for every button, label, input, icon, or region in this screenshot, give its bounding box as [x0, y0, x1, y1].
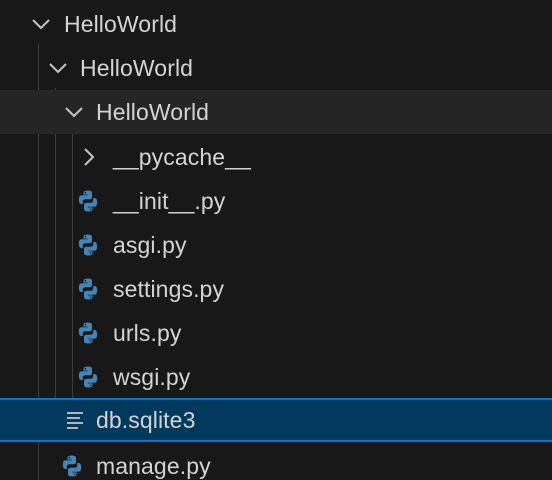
tree-item-wsgi-py[interactable]: wsgi.py — [0, 355, 552, 399]
chevron-down-icon[interactable] — [47, 57, 69, 79]
tree-item-helloworld-root[interactable]: HelloWorld — [0, 2, 552, 46]
tree-item-settings-py[interactable]: settings.py — [0, 267, 552, 311]
python-file-icon — [60, 454, 84, 478]
tree-item-asgi-py[interactable]: asgi.py — [0, 223, 552, 267]
tree-item-label: __pycache__ — [113, 143, 251, 170]
chevron-down-icon[interactable] — [63, 101, 85, 123]
chevron-right-icon[interactable] — [78, 146, 100, 168]
python-file-icon — [76, 233, 100, 257]
python-file-icon — [76, 321, 100, 345]
tree-item-label: wsgi.py — [113, 363, 191, 390]
tree-item-helloworld-package[interactable]: HelloWorld — [0, 90, 552, 134]
tree-item-label: HelloWorld — [96, 98, 210, 125]
chevron-down-icon[interactable] — [30, 13, 52, 35]
tree-item-urls-py[interactable]: urls.py — [0, 311, 552, 355]
tree-item-db-sqlite3[interactable]: db.sqlite3 — [0, 398, 552, 442]
tree-item-label: settings.py — [113, 275, 225, 302]
tree-item-label: urls.py — [113, 319, 182, 346]
tree-item-label: manage.py — [96, 452, 211, 479]
tree-item-pycache[interactable]: __pycache__ — [0, 135, 552, 179]
tree-item-label: asgi.py — [113, 231, 187, 258]
tree-item-init-py[interactable]: __init__.py — [0, 179, 552, 223]
python-file-icon — [76, 365, 100, 389]
tree-item-label: HelloWorld — [64, 10, 178, 37]
python-file-icon — [76, 277, 100, 301]
text-file-icon — [64, 409, 88, 433]
tree-item-label: db.sqlite3 — [96, 406, 196, 433]
tree-item-label: __init__.py — [113, 187, 226, 214]
python-file-icon — [76, 189, 100, 213]
tree-item-label: HelloWorld — [80, 54, 194, 81]
file-explorer-tree: HelloWorld HelloWorld HelloWorld __pycac… — [0, 0, 552, 480]
tree-item-manage-py[interactable]: manage.py — [0, 444, 552, 480]
tree-item-helloworld-project[interactable]: HelloWorld — [0, 46, 552, 90]
